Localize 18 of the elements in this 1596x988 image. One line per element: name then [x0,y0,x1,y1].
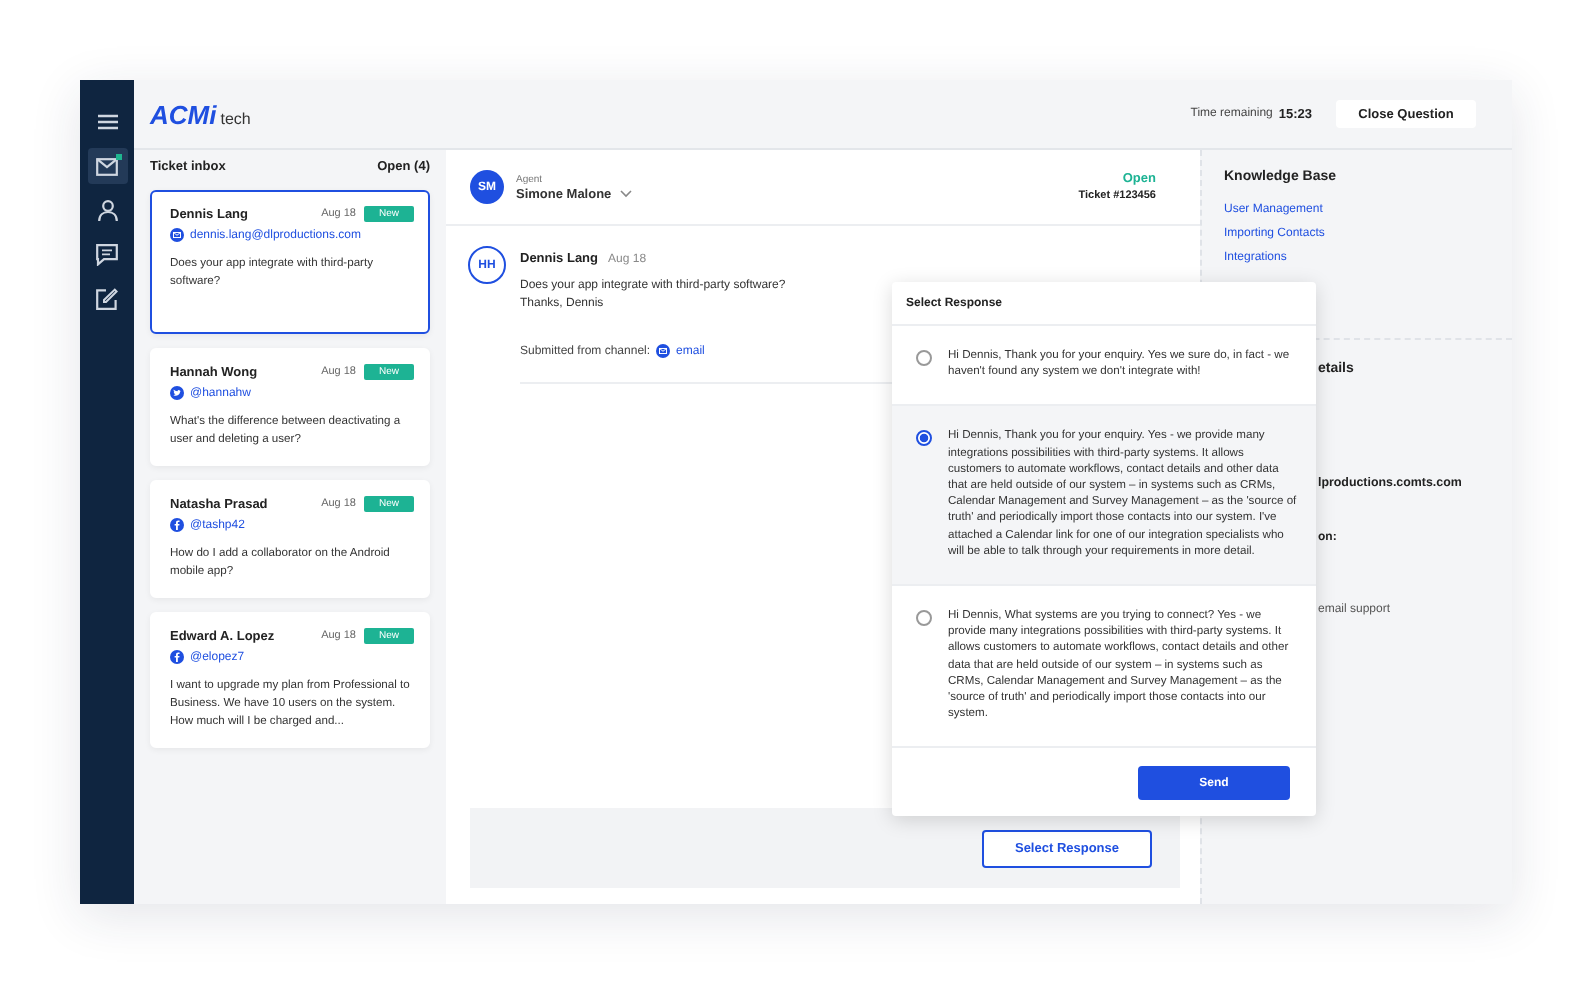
menu-icon [97,114,117,130]
radio-button[interactable] [916,350,932,366]
mail-icon [96,157,118,175]
chevron-down-icon[interactable] [619,190,632,198]
f-logo-icon [170,650,184,664]
response-option[interactable] [892,406,1316,587]
edit-icon [96,287,118,309]
chat-icon [96,243,118,265]
logo-text: ACMi [150,99,217,129]
radio-button[interactable] [916,610,932,627]
person-icon [97,199,117,221]
bird-icon [170,386,184,400]
radio-button[interactable] [916,430,932,447]
f-logo-icon [170,518,184,532]
email-icon [656,344,671,358]
email-icon [170,228,184,242]
sidebar-item[interactable] [87,148,127,184]
logo-subtext: tech [220,109,251,127]
